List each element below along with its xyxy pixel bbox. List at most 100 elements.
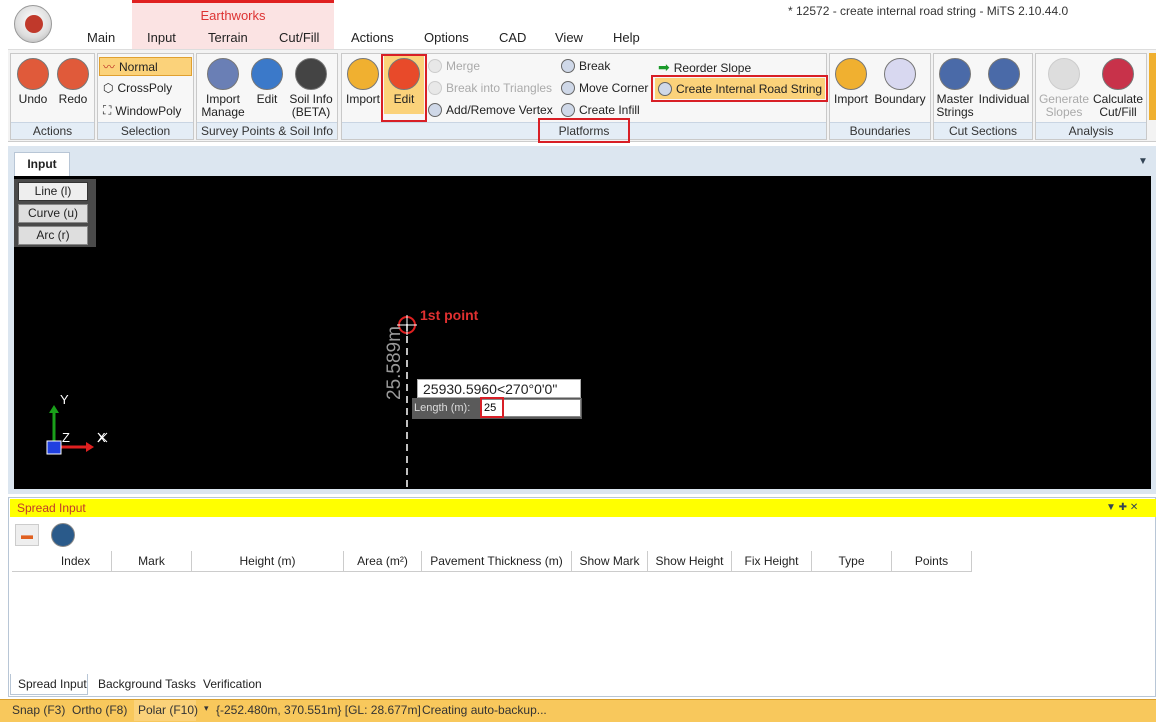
remove-row-icon[interactable]: ▬ bbox=[15, 524, 39, 546]
dropdown-arrow-icon[interactable]: ▼ bbox=[1138, 156, 1148, 167]
col-area[interactable]: Area (m²) bbox=[344, 551, 422, 572]
spread-grid-header: Index Mark Height (m) Area (m²) Pavement… bbox=[12, 551, 972, 572]
length-label: Length (m): bbox=[414, 402, 471, 414]
first-point-label: 1st point bbox=[420, 307, 479, 323]
ribbon-overflow[interactable] bbox=[1149, 53, 1156, 120]
group-actions-label: Actions bbox=[11, 122, 94, 139]
survey-edit-button[interactable]: Edit bbox=[250, 58, 284, 106]
individual-icon bbox=[988, 58, 1020, 90]
axis-x-label: X bbox=[97, 430, 106, 445]
coordinate-readout: 25930.5960<270°0'0" bbox=[417, 379, 581, 398]
reorder-slope-button[interactable]: ➡ Reorder Slope bbox=[658, 59, 751, 76]
col-pavement-thickness[interactable]: Pavement Thickness (m) bbox=[422, 551, 572, 572]
col-index[interactable]: Index bbox=[40, 551, 112, 572]
viewport-graphics bbox=[46, 315, 417, 489]
group-survey-label: Survey Points & Soil Info bbox=[197, 122, 337, 139]
break-icon bbox=[561, 59, 575, 73]
snap-toggle[interactable]: Snap (F3) bbox=[12, 703, 65, 717]
individual-button[interactable]: Individual bbox=[977, 58, 1031, 106]
crosspoly-button[interactable]: ⬡ CrossPoly bbox=[103, 81, 172, 95]
tab-options[interactable]: Options bbox=[424, 30, 469, 45]
green-arrow-icon: ➡ bbox=[658, 59, 670, 75]
move-corner-icon bbox=[561, 81, 575, 95]
undo-icon bbox=[17, 58, 49, 90]
polar-toggle[interactable]: Polar (F10) bbox=[138, 703, 198, 717]
col-points[interactable]: Points bbox=[892, 551, 972, 572]
vertex-icon bbox=[428, 103, 442, 117]
soil-info-icon bbox=[295, 58, 327, 90]
generate-slopes-button[interactable]: Generate Slopes bbox=[1037, 58, 1091, 119]
spread-panel bbox=[8, 497, 1156, 697]
col-type[interactable]: Type bbox=[812, 551, 892, 572]
platform-import-button[interactable]: Import bbox=[344, 58, 382, 106]
panel-menu-icon[interactable]: ▼ ✚ ✕ bbox=[1106, 502, 1138, 513]
break-triangles-button[interactable]: Break into Triangles bbox=[428, 81, 552, 95]
dimension-label: 25.589m bbox=[384, 326, 405, 400]
master-strings-button[interactable]: Master Strings bbox=[935, 58, 975, 119]
tab-verification[interactable]: Verification bbox=[203, 677, 262, 691]
tab-terrain[interactable]: Terrain bbox=[208, 30, 248, 45]
tab-input-document[interactable]: Input bbox=[14, 152, 70, 176]
spread-panel-title: Spread Input bbox=[10, 499, 1156, 517]
settings-icon[interactable] bbox=[51, 523, 75, 547]
infill-icon bbox=[561, 103, 575, 117]
window-polygon-icon: ⛶ bbox=[103, 103, 112, 117]
merge-icon bbox=[428, 59, 442, 73]
windowpoly-button[interactable]: ⛶ WindowPoly bbox=[103, 103, 181, 118]
highlight-create-road bbox=[651, 75, 828, 102]
platform-import-icon bbox=[347, 58, 379, 90]
boundary-import-button[interactable]: Import bbox=[831, 58, 871, 106]
triangles-icon bbox=[428, 81, 442, 95]
status-dropdown-icon[interactable]: ▾ bbox=[204, 703, 209, 714]
col-height[interactable]: Height (m) bbox=[192, 551, 344, 572]
break-button[interactable]: Break bbox=[561, 59, 610, 73]
highlight-platforms bbox=[538, 118, 630, 143]
ortho-toggle[interactable]: Ortho (F8) bbox=[72, 703, 127, 717]
pencil-icon: 〰 bbox=[103, 60, 116, 74]
group-analysis-label: Analysis bbox=[1036, 122, 1146, 139]
tab-cut-fill[interactable]: Cut/Fill bbox=[279, 30, 319, 45]
tab-cad[interactable]: CAD bbox=[499, 30, 526, 45]
redo-button[interactable]: Redo bbox=[54, 58, 92, 106]
normal-select-button[interactable]: 〰 Normal bbox=[99, 57, 192, 76]
axis-y-label: Y bbox=[60, 392, 69, 407]
col-fix-height[interactable]: Fix Height bbox=[732, 551, 812, 572]
generate-slopes-icon bbox=[1048, 58, 1080, 90]
polygon-icon: ⬡ bbox=[103, 81, 114, 95]
window-title: * 12572 - create internal road string - … bbox=[788, 4, 1069, 18]
calculate-cut-fill-button[interactable]: Calculate Cut/Fill bbox=[1091, 58, 1145, 119]
app-logo[interactable] bbox=[14, 5, 52, 43]
tab-input[interactable]: Input bbox=[147, 30, 176, 45]
tab-background-tasks[interactable]: Background Tasks bbox=[98, 677, 196, 691]
col-show-height[interactable]: Show Height bbox=[648, 551, 732, 572]
add-remove-vertex-button[interactable]: Add/Remove Vertex bbox=[428, 103, 553, 117]
status-message: Creating auto-backup... bbox=[422, 703, 547, 717]
redo-icon bbox=[57, 58, 89, 90]
tab-actions[interactable]: Actions bbox=[351, 30, 394, 45]
cursor-coordinates: {-252.480m, 370.551m} [GL: 28.677m] bbox=[216, 703, 421, 717]
create-infill-button[interactable]: Create Infill bbox=[561, 103, 640, 117]
tab-main[interactable]: Main bbox=[87, 30, 115, 45]
survey-edit-icon bbox=[251, 58, 283, 90]
col-mark[interactable]: Mark bbox=[112, 551, 192, 572]
tab-view[interactable]: View bbox=[555, 30, 583, 45]
highlight-length-input bbox=[480, 397, 504, 418]
col-show-mark[interactable]: Show Mark bbox=[572, 551, 648, 572]
master-strings-icon bbox=[939, 58, 971, 90]
move-corner-button[interactable]: Move Corner bbox=[561, 81, 648, 95]
import-manage-button[interactable]: Import Manage bbox=[198, 58, 248, 119]
undo-button[interactable]: Undo bbox=[14, 58, 52, 106]
group-selection-label: Selection bbox=[98, 122, 193, 139]
group-cut-sections-label: Cut Sections bbox=[934, 122, 1032, 139]
context-tab-group-label: Earthworks bbox=[200, 8, 266, 23]
merge-button[interactable]: Merge bbox=[428, 59, 480, 73]
boundary-button[interactable]: Boundary bbox=[873, 58, 927, 106]
tab-help[interactable]: Help bbox=[613, 30, 640, 45]
axis-z-label: Z bbox=[62, 430, 70, 445]
boundary-import-icon bbox=[835, 58, 867, 90]
highlight-edit bbox=[381, 54, 427, 122]
calculate-icon bbox=[1102, 58, 1134, 90]
bug-icon bbox=[25, 15, 43, 33]
soil-info-button[interactable]: Soil Info (BETA) bbox=[287, 58, 335, 119]
tab-spread-input[interactable]: Spread Input bbox=[18, 677, 87, 691]
